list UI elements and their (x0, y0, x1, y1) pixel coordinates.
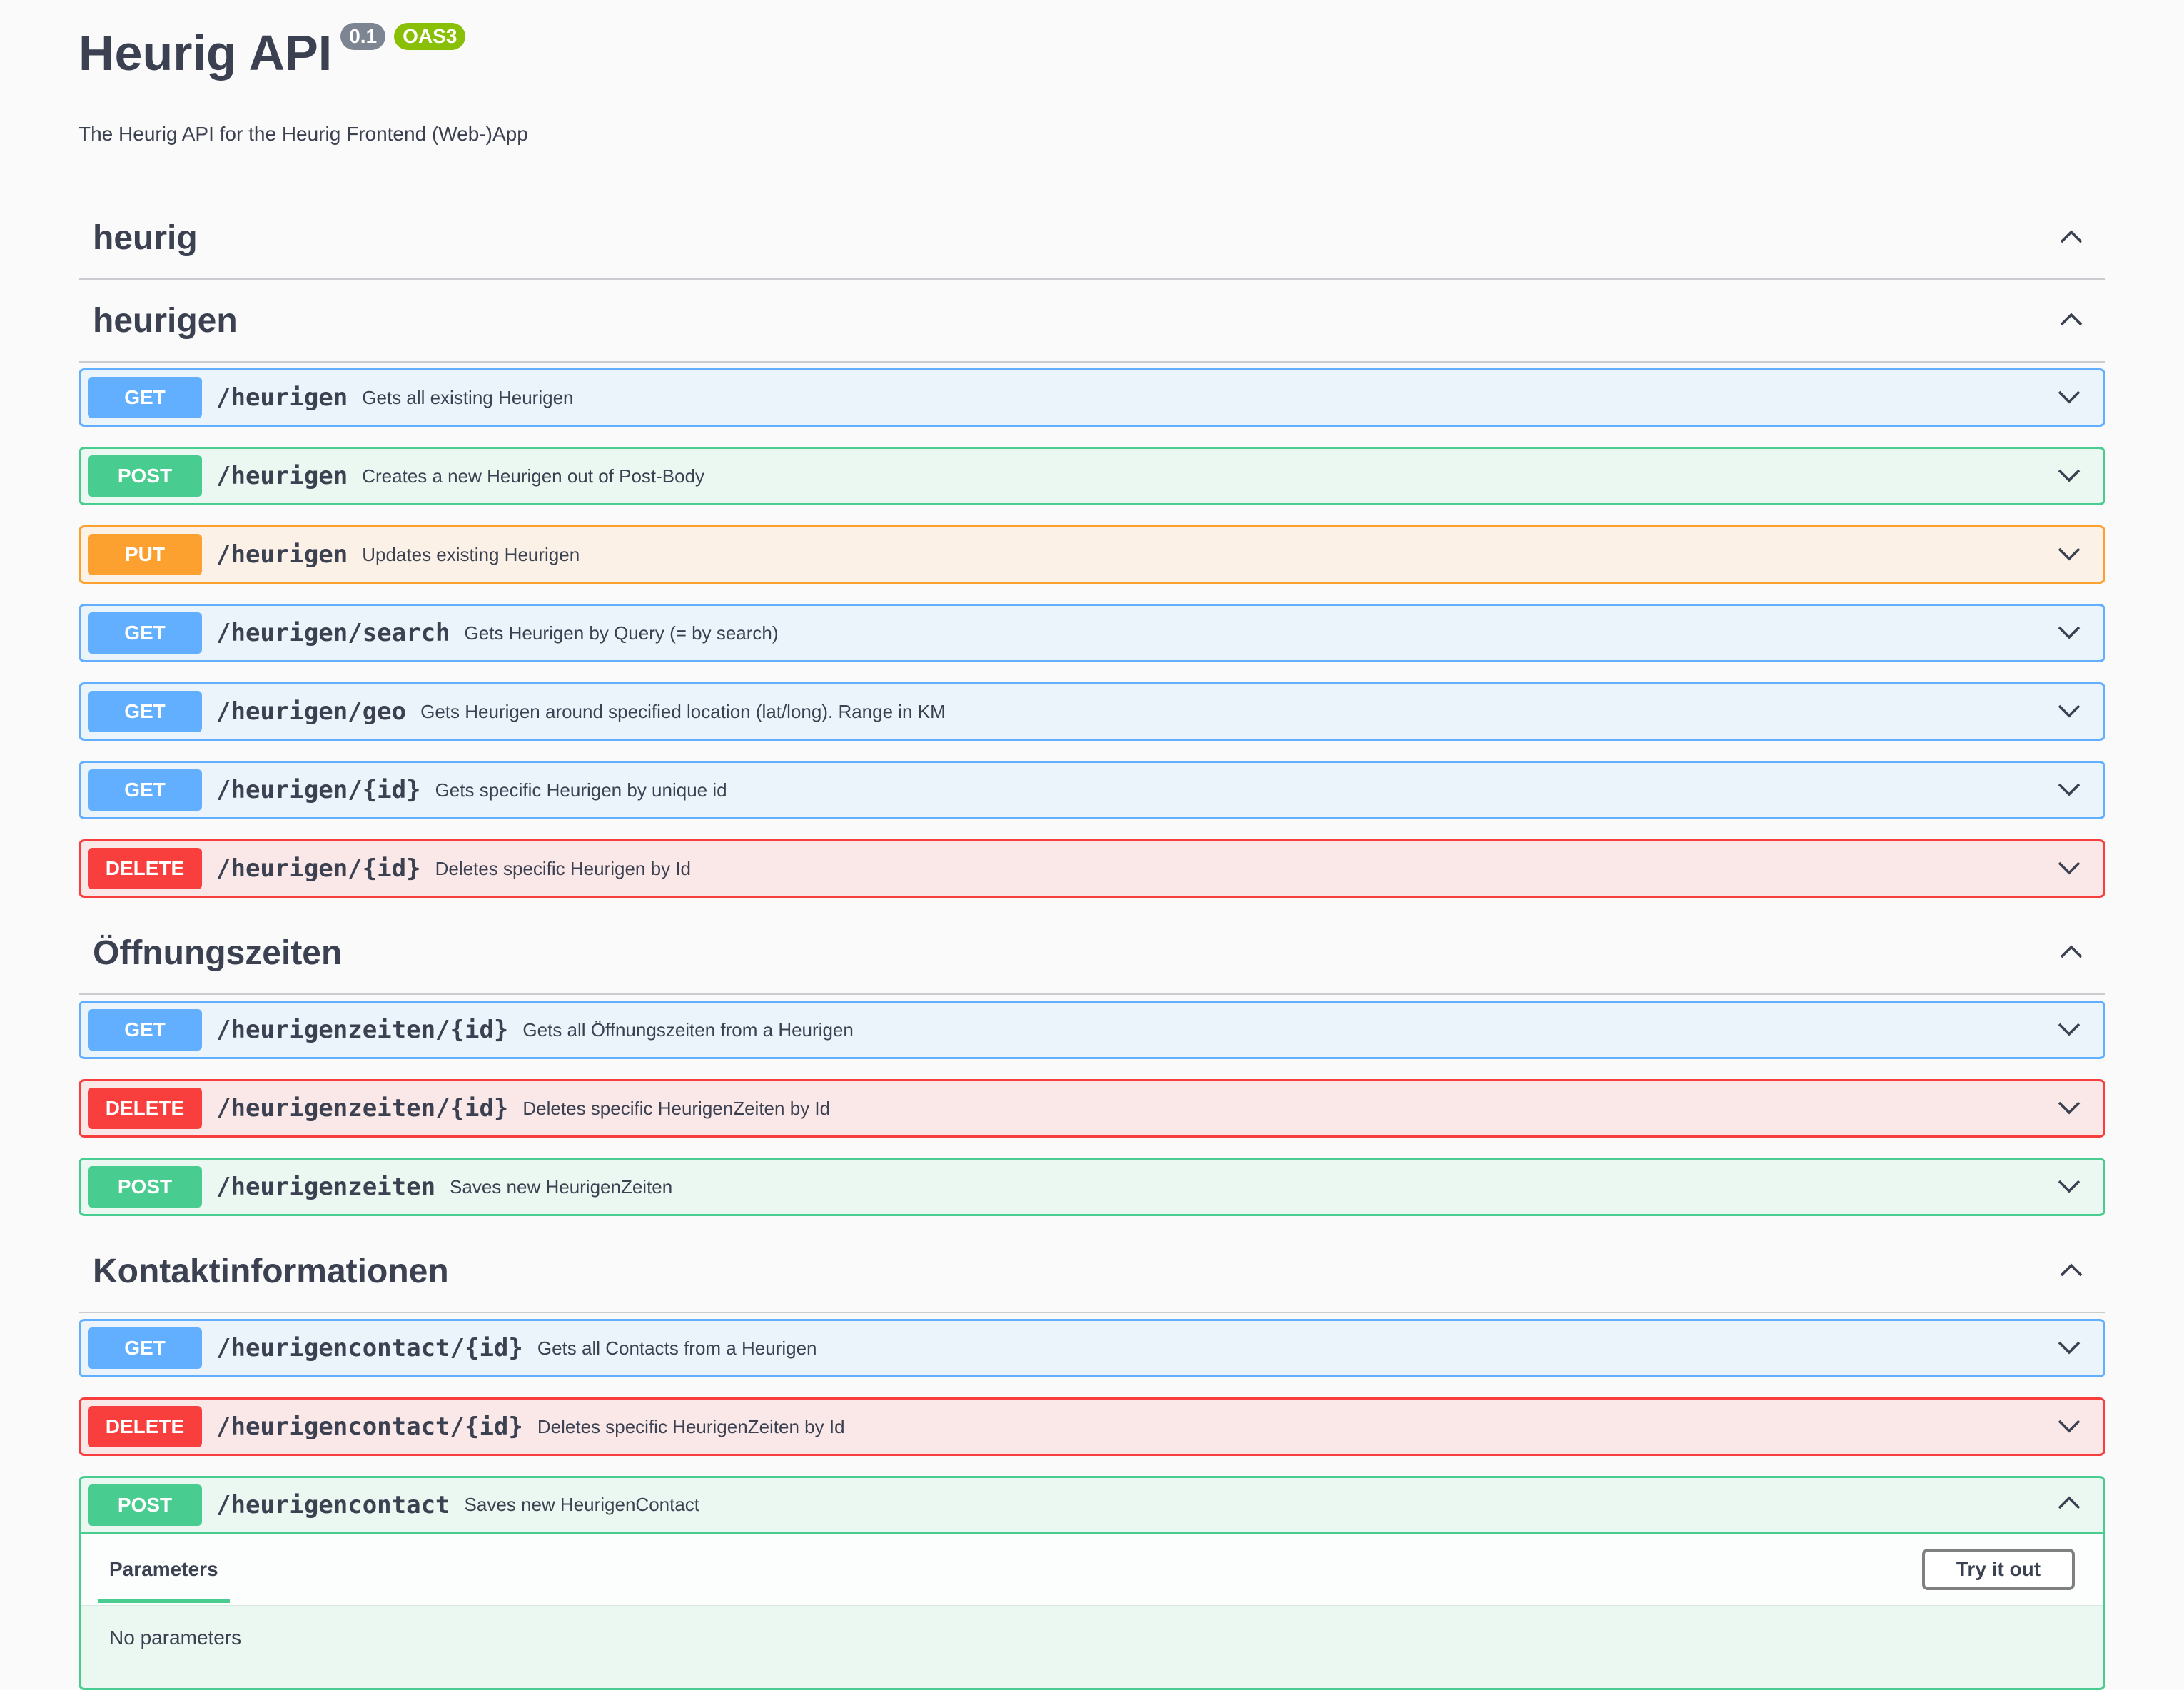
tag-header-heurigen[interactable]: heurigen (79, 280, 2105, 363)
operation-delete-heurigen-id[interactable]: DELETE /heurigen/{id} Deletes specific H… (79, 839, 2105, 898)
chevron-down-icon[interactable] (2055, 1014, 2086, 1046)
operation-summary: Gets all Öffnungszeiten from a Heurigen (522, 1018, 854, 1041)
operation-put-heurigen[interactable]: PUT /heurigen Updates existing Heurigen (79, 525, 2105, 584)
operation-path: /heurigenzeiten (216, 1173, 436, 1201)
operation-summary: Gets all existing Heurigen (362, 386, 574, 408)
chevron-down-icon[interactable] (2055, 382, 2086, 413)
chevron-down-icon[interactable] (2055, 1332, 2086, 1364)
chevron-up-icon[interactable] (2055, 1489, 2086, 1521)
oas-badge: OAS3 (394, 23, 466, 50)
method-badge: GET (88, 377, 202, 418)
chevron-down-icon[interactable] (2055, 539, 2086, 570)
chevron-up-icon[interactable] (2051, 218, 2091, 258)
tag-section-heurig: heurig (79, 197, 2105, 280)
chevron-down-icon[interactable] (2055, 696, 2086, 727)
method-badge: POST (88, 1166, 202, 1208)
method-badge: POST (88, 455, 202, 497)
operation-path: /heurigen/search (216, 619, 450, 647)
operation-path: /heurigencontact/{id} (216, 1412, 523, 1441)
api-description: The Heurig API for the Heurig Frontend (… (79, 123, 528, 145)
operation-path: /heurigen/{id} (216, 776, 421, 804)
operation-path: /heurigen/geo (216, 697, 407, 726)
method-badge: GET (88, 691, 202, 732)
tag-section-heurigen: heurigen (79, 280, 2105, 363)
operation-path: /heurigenzeiten/{id} (216, 1094, 509, 1123)
operation-get-heurigen-id[interactable]: GET /heurigen/{id} Gets specific Heurige… (79, 761, 2105, 819)
operation-header[interactable]: POST /heurigencontact Saves new Heurigen… (81, 1478, 2103, 1534)
method-badge: POST (88, 1484, 202, 1526)
operation-summary: Deletes specific HeurigenZeiten by Id (537, 1415, 845, 1437)
method-badge: PUT (88, 534, 202, 575)
operation-path: /heurigen (216, 540, 348, 569)
operation-summary: Creates a new Heurigen out of Post-Body (362, 465, 705, 487)
operation-summary: Gets all Contacts from a Heurigen (537, 1337, 817, 1359)
chevron-up-icon[interactable] (2051, 300, 2091, 340)
method-badge: DELETE (88, 848, 202, 889)
try-it-out-button[interactable]: Try it out (1922, 1549, 2075, 1590)
operation-summary: Deletes specific Heurigen by Id (435, 857, 691, 879)
chevron-down-icon[interactable] (2055, 774, 2086, 806)
tag-title: Öffnungszeiten (93, 933, 343, 972)
operation-path: /heurigencontact/{id} (216, 1334, 523, 1362)
tag-title: heurigen (93, 301, 238, 340)
swagger-page: Heurig API 0.1 OAS3 The Heurig API for t… (0, 0, 2184, 1690)
method-badge: GET (88, 769, 202, 811)
operation-summary: Gets specific Heurigen by unique id (435, 779, 727, 801)
operation-post-heurigenzeiten[interactable]: POST /heurigenzeiten Saves new HeurigenZ… (79, 1158, 2105, 1216)
chevron-down-icon[interactable] (2055, 460, 2086, 492)
method-badge: GET (88, 1327, 202, 1369)
operation-path: /heurigen/{id} (216, 854, 421, 883)
no-parameters-text: No parameters (109, 1626, 242, 1649)
operation-summary: Gets Heurigen by Query (= by search) (464, 622, 779, 644)
chevron-down-icon[interactable] (2055, 1411, 2086, 1442)
method-badge: GET (88, 612, 202, 654)
operation-summary: Deletes specific HeurigenZeiten by Id (522, 1097, 831, 1119)
tag-section-kontaktinformationen: Kontaktinformationen (79, 1230, 2105, 1313)
chevron-down-icon[interactable] (2055, 1171, 2086, 1203)
parameters-bar: Parameters Try it out (81, 1534, 2103, 1606)
tag-title: Kontaktinformationen (93, 1252, 449, 1290)
operation-summary: Updates existing Heurigen (362, 543, 580, 565)
version-badge: 0.1 (340, 23, 386, 50)
chevron-down-icon[interactable] (2055, 617, 2086, 649)
tag-header-oeffnungszeiten[interactable]: Öffnungszeiten (79, 912, 2105, 995)
operation-summary: Gets Heurigen around specified location … (420, 700, 946, 722)
tag-title: heurig (93, 218, 198, 257)
operation-delete-heurigencontact-id[interactable]: DELETE /heurigencontact/{id} Deletes spe… (79, 1397, 2105, 1456)
tag-header-kontaktinformationen[interactable]: Kontaktinformationen (79, 1230, 2105, 1313)
operation-get-heurigenzeiten-id[interactable]: GET /heurigenzeiten/{id} Gets all Öffnun… (79, 1001, 2105, 1059)
operation-get-heurigen[interactable]: GET /heurigen Gets all existing Heurigen (79, 368, 2105, 427)
tag-section-oeffnungszeiten: Öffnungszeiten (79, 912, 2105, 995)
chevron-up-icon[interactable] (2051, 933, 2091, 973)
method-badge: DELETE (88, 1088, 202, 1129)
operation-post-heurigencontact-expanded: POST /heurigencontact Saves new Heurigen… (79, 1476, 2105, 1690)
operation-get-heurigen-search[interactable]: GET /heurigen/search Gets Heurigen by Qu… (79, 604, 2105, 662)
chevron-down-icon[interactable] (2055, 853, 2086, 884)
title-row: Heurig API 0.1 OAS3 (79, 17, 528, 88)
operation-get-heurigen-geo[interactable]: GET /heurigen/geo Gets Heurigen around s… (79, 682, 2105, 741)
method-badge: GET (88, 1009, 202, 1051)
api-title: Heurig API (79, 25, 333, 81)
operation-path: /heurigencontact (216, 1490, 450, 1519)
operation-path: /heurigenzeiten/{id} (216, 1016, 509, 1044)
operation-get-heurigencontact-id[interactable]: GET /heurigencontact/{id} Gets all Conta… (79, 1319, 2105, 1377)
operation-delete-heurigenzeiten-id[interactable]: DELETE /heurigenzeiten/{id} Deletes spec… (79, 1079, 2105, 1138)
operation-path: /heurigen (216, 462, 348, 490)
operation-summary: Saves new HeurigenContact (464, 1494, 700, 1515)
api-info: Heurig API 0.1 OAS3 The Heurig API for t… (79, 17, 528, 146)
operation-path: /heurigen (216, 383, 348, 412)
chevron-up-icon[interactable] (2051, 1251, 2091, 1291)
chevron-down-icon[interactable] (2055, 1093, 2086, 1124)
method-badge: DELETE (88, 1406, 202, 1447)
tag-header-heurig[interactable]: heurig (79, 197, 2105, 280)
operation-post-heurigen[interactable]: POST /heurigen Creates a new Heurigen ou… (79, 447, 2105, 505)
operation-summary: Saves new HeurigenZeiten (450, 1175, 673, 1198)
tab-parameters[interactable]: Parameters (98, 1533, 230, 1606)
